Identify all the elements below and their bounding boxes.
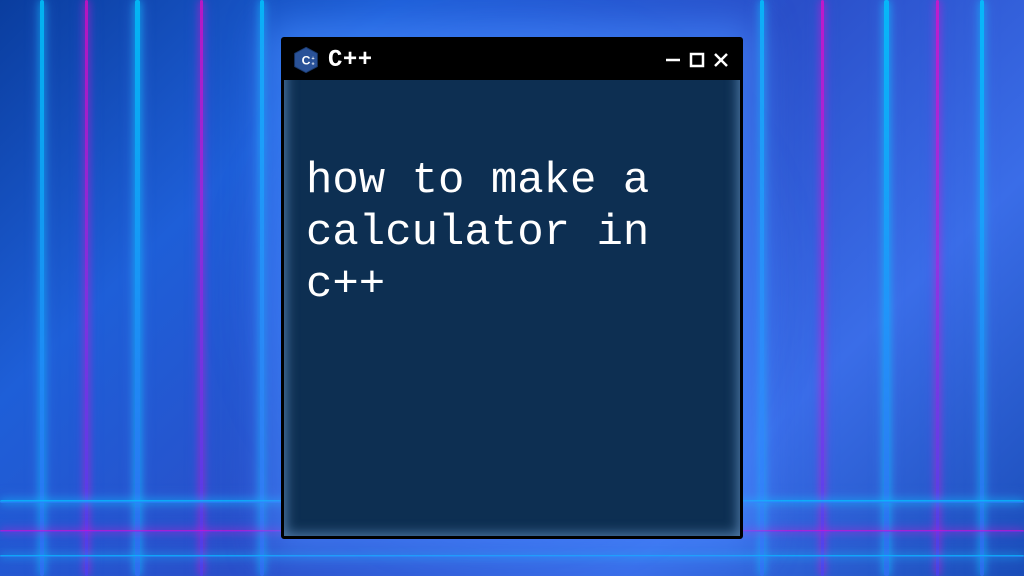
terminal-text: how to make a calculator in c++ <box>306 156 649 310</box>
terminal-body[interactable]: how to make a calculator in c++ <box>284 80 740 536</box>
close-button[interactable] <box>710 49 732 71</box>
titlebar[interactable]: C + + C++ <box>284 40 740 80</box>
terminal-window: C + + C++ <box>281 37 743 539</box>
minimize-button[interactable] <box>662 49 684 71</box>
cpp-icon: C + + <box>292 46 320 74</box>
window-controls <box>662 49 732 71</box>
window-title: C++ <box>328 47 654 74</box>
maximize-button[interactable] <box>686 49 708 71</box>
svg-text:+: + <box>311 61 314 67</box>
svg-text:C: C <box>302 53 311 67</box>
